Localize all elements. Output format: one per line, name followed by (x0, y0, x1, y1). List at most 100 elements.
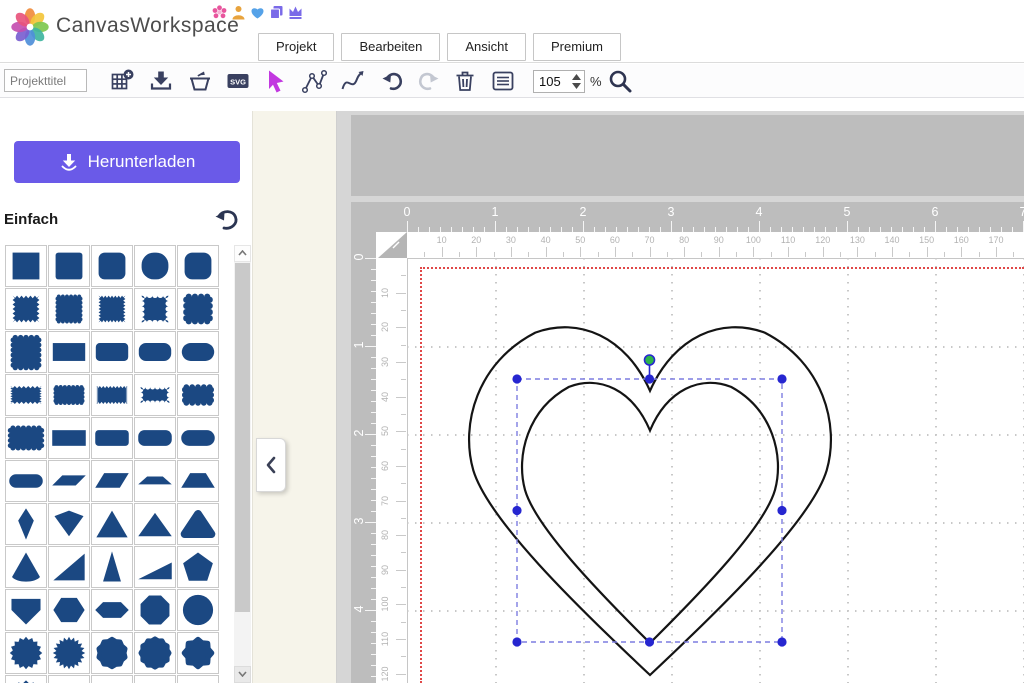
shape-item-square-rounded-1[interactable] (48, 245, 90, 287)
shape-item-rect-zigzag[interactable] (5, 374, 47, 416)
shape-item-triangle-wide[interactable] (134, 503, 176, 545)
shape-item-shield[interactable] (5, 589, 47, 631)
shape-item-rect-wide-rounded-1[interactable] (91, 417, 133, 459)
shape-item-trapezoid-thin[interactable] (134, 460, 176, 502)
new-mat-tool-button[interactable] (108, 66, 138, 96)
shape-item-square-zigzag[interactable] (5, 288, 47, 330)
shape-item-rect-wave[interactable] (134, 374, 176, 416)
shape-item-square[interactable] (5, 245, 47, 287)
project-title-input[interactable] (4, 69, 87, 92)
shape-item-rect-scallop[interactable] (48, 374, 90, 416)
zoom-tool-button[interactable] (606, 66, 636, 96)
shape-item-seal-20[interactable] (48, 632, 90, 674)
shape-item-circle[interactable] (177, 589, 219, 631)
shape-item-octagon[interactable] (134, 589, 176, 631)
shape-item-triangle-narrow[interactable] (91, 546, 133, 588)
shape-item-seal-16[interactable] (5, 632, 47, 674)
shape-item-rect-wide[interactable] (48, 417, 90, 459)
shape-item-rect-postage-large[interactable] (5, 417, 47, 459)
tab-projekt[interactable]: Projekt (258, 33, 334, 61)
select-tool-button[interactable] (262, 66, 292, 96)
shape-item-right-triangle[interactable] (48, 546, 90, 588)
polyline-tool-button[interactable] (300, 66, 330, 96)
scrollbar-down-button[interactable] (234, 666, 251, 683)
rotation-handle[interactable] (645, 355, 655, 365)
shape-item-bunting-3[interactable] (48, 675, 90, 683)
shape-item-rect-wide-rounded-2[interactable] (134, 417, 176, 459)
back-to-categories-button[interactable] (214, 207, 240, 233)
shape-item-square-scallop[interactable] (48, 288, 90, 330)
flower-icon[interactable] (212, 5, 227, 20)
artist-icon[interactable] (231, 5, 246, 20)
shape-item-gem[interactable] (48, 503, 90, 545)
shape-item-rect-wide-stadium[interactable] (177, 417, 219, 459)
shape-item-triangle-rounded[interactable] (177, 503, 219, 545)
shape-item-square-postage[interactable] (177, 288, 219, 330)
shape-item-triangles-outline[interactable] (134, 675, 176, 683)
shape-item-seal-12[interactable] (5, 675, 47, 683)
selection-handle[interactable] (512, 506, 521, 515)
download-button[interactable]: Herunterladen (14, 141, 240, 183)
shape-item-pentagon[interactable] (177, 546, 219, 588)
shape-item-triangle[interactable] (91, 503, 133, 545)
undo-tool-button[interactable] (378, 66, 408, 96)
selection-handle[interactable] (777, 374, 786, 383)
shape-item-square-wave[interactable] (134, 288, 176, 330)
copy-icon[interactable] (269, 5, 284, 20)
shape-item-parallelogram[interactable] (91, 460, 133, 502)
account-icon-row (212, 5, 303, 20)
shape-item-flower-8[interactable] (177, 632, 219, 674)
selection-handle[interactable] (645, 637, 654, 646)
shape-item-hexagon[interactable] (48, 589, 90, 631)
shape-item-scallop-circle-12[interactable] (134, 632, 176, 674)
shape-item-blank[interactable] (177, 675, 219, 683)
sidebar-scrollbar[interactable] (234, 245, 251, 683)
shape-item-square-rounded-4[interactable] (177, 245, 219, 287)
selection-handle[interactable] (512, 374, 521, 383)
shape-item-square-zigzag-2[interactable] (91, 288, 133, 330)
shape-item-kite[interactable] (5, 503, 47, 545)
undo-icon (379, 68, 405, 94)
design-canvas[interactable]: 1020304050607080901001101201301401501601… (337, 111, 1024, 683)
shape-item-cone[interactable] (5, 546, 47, 588)
selection-handle[interactable] (645, 374, 654, 383)
import-svg-tool-button[interactable]: SVG (224, 66, 254, 96)
shape-item-stadium[interactable] (5, 460, 47, 502)
heart-icon[interactable] (250, 5, 265, 20)
import-project-tool-button[interactable] (186, 66, 216, 96)
zoom-decrement-button[interactable] (572, 83, 581, 89)
selection-handle[interactable] (777, 637, 786, 646)
shape-item-rect-rounded-3[interactable] (177, 331, 219, 373)
shape-item-rect-postage[interactable] (177, 374, 219, 416)
shape-item-rect-zigzag-2[interactable] (91, 374, 133, 416)
selection-handle[interactable] (777, 506, 786, 515)
selection-handle[interactable] (512, 637, 521, 646)
freehand-tool-button[interactable] (338, 66, 368, 96)
shape-item-hexagon-flat[interactable] (91, 589, 133, 631)
shape-item-scallop-circle-10[interactable] (91, 632, 133, 674)
tab-ansicht[interactable]: Ansicht (447, 33, 526, 61)
tab-bearbeiten[interactable]: Bearbeiten (341, 33, 440, 61)
zoom-level-input[interactable] (534, 71, 570, 92)
panel-collapse-button[interactable] (256, 438, 286, 492)
shape-item-rectangle[interactable] (48, 331, 90, 373)
shape-item-right-triangle-low[interactable] (134, 546, 176, 588)
scrollbar-up-button[interactable] (234, 245, 251, 262)
shape-item-square-rounded-3[interactable] (134, 245, 176, 287)
shape-item-bunting-4[interactable] (91, 675, 133, 683)
redo-tool-button[interactable] (415, 66, 445, 96)
scrollbar-thumb[interactable] (235, 263, 250, 612)
shape-item-trapezoid[interactable] (177, 460, 219, 502)
zoom-increment-button[interactable] (572, 74, 581, 80)
tab-premium[interactable]: Premium (533, 33, 621, 61)
shape-item-rect-rounded-1[interactable] (91, 331, 133, 373)
save-tool-button[interactable] (147, 66, 177, 96)
shape-item-parallelogram-thin[interactable] (48, 460, 90, 502)
shape-item-square-postage-large[interactable] (5, 331, 47, 373)
crown-icon[interactable] (288, 5, 303, 20)
delete-tool-button[interactable] (451, 66, 481, 96)
shape-item-rect-rounded-2[interactable] (134, 331, 176, 373)
object-list-tool-button[interactable] (489, 66, 519, 96)
shape-item-square-rounded-2[interactable] (91, 245, 133, 287)
heart-shape-inner[interactable] (522, 383, 778, 643)
